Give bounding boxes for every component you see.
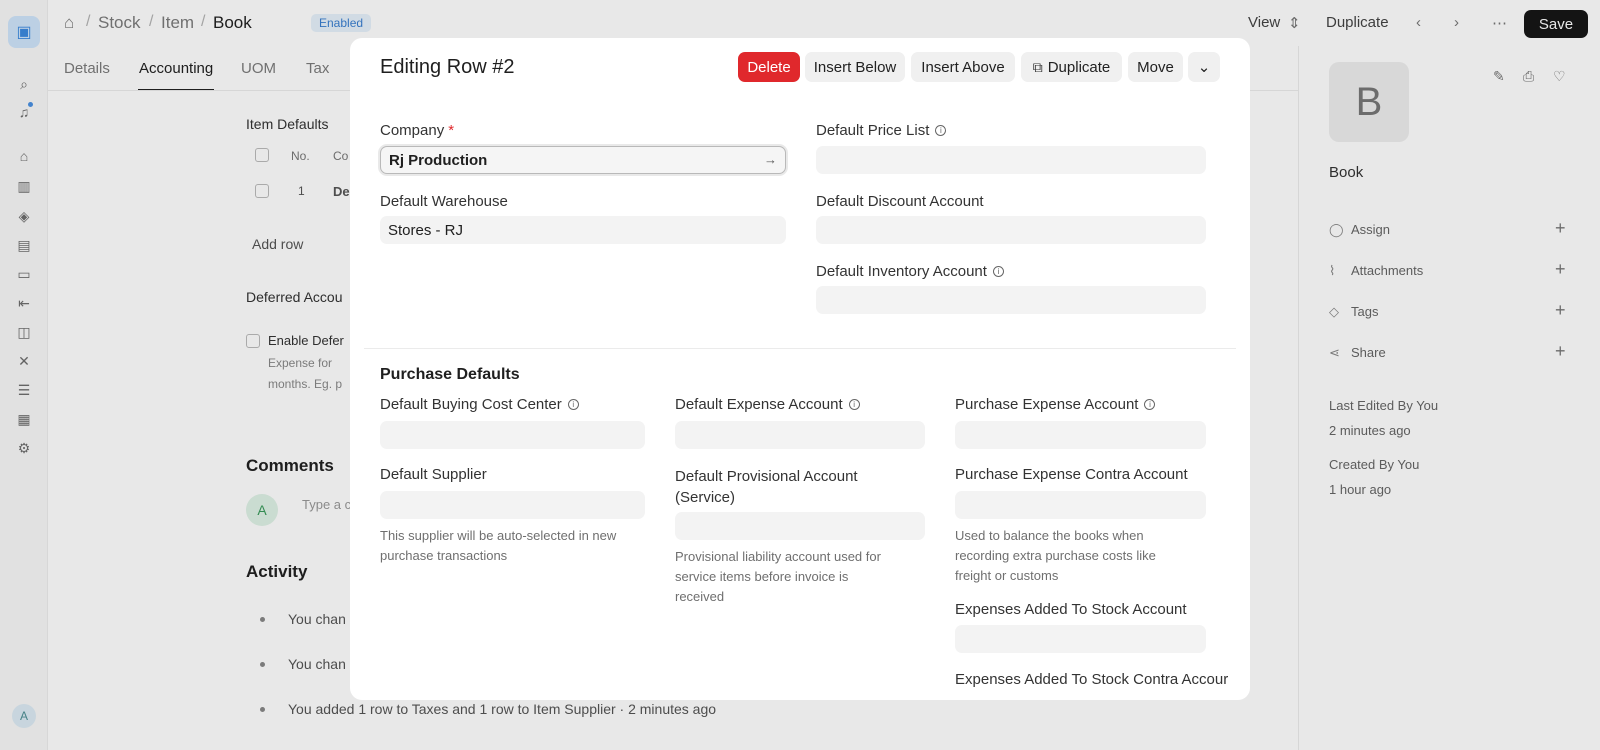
info-icon[interactable]: i (848, 399, 860, 410)
arrow-right-icon[interactable]: → (764, 152, 777, 167)
expenses-added-to-stock-contra-account-label: Expenses Added To Stock Contra Accour (955, 671, 1229, 688)
default-provisional-account-label: Default Provisional Account (Service) (675, 466, 858, 508)
default-buying-cost-center-text: Default Buying Cost Center (380, 396, 562, 413)
edit-row-dialog: Editing Row #2 Delete Insert Below Inser… (350, 38, 1250, 700)
default-supplier-label: Default Supplier (380, 466, 487, 483)
purchase-expense-contra-account-label: Purchase Expense Contra Account (955, 466, 1188, 483)
default-price-list-field[interactable] (816, 146, 1206, 174)
label-line: (Service) (675, 489, 736, 506)
duplicate-row-label: Duplicate (1047, 58, 1111, 76)
help-line: recording extra purchase costs like (955, 548, 1156, 563)
default-price-list-label: Default Price List i (816, 122, 947, 139)
help-line: received (675, 589, 725, 604)
info-icon[interactable]: i (992, 266, 1004, 277)
default-warehouse-field[interactable]: Stores - RJ (380, 216, 786, 244)
move-button[interactable]: Move (1128, 52, 1183, 82)
help-line: Used to balance the books when (955, 528, 1144, 543)
collapse-chevron-icon[interactable]: ⌄ (1188, 52, 1220, 82)
label-line: Default Provisional Account (675, 468, 858, 485)
default-supplier-field[interactable] (380, 491, 645, 519)
purchase-expense-account-label: Purchase Expense Account i (955, 396, 1156, 413)
help-line: freight or customs (955, 568, 1059, 583)
insert-below-button[interactable]: Insert Below (805, 52, 905, 82)
default-buying-cost-center-label: Default Buying Cost Center i (380, 396, 579, 413)
default-provisional-account-field[interactable] (675, 512, 925, 540)
company-field[interactable]: Rj Production → (380, 146, 786, 174)
help-line: This supplier will be auto-selected in n… (380, 528, 617, 543)
default-price-list-text: Default Price List (816, 122, 930, 139)
section-divider (364, 348, 1236, 349)
default-inventory-account-text: Default Inventory Account (816, 263, 987, 280)
duplicate-row-button[interactable]: ⧉ Duplicate (1021, 52, 1122, 82)
delete-button[interactable]: Delete (738, 52, 800, 82)
purchase-expense-contra-account-field[interactable] (955, 491, 1206, 519)
company-label-text: Company (380, 122, 445, 139)
info-icon[interactable]: i (567, 399, 579, 410)
default-expense-account-text: Default Expense Account (675, 396, 843, 413)
company-value: Rj Production (389, 151, 488, 169)
default-supplier-help: This supplier will be auto-selected in n… (380, 526, 616, 566)
required-asterisk: * (448, 122, 455, 139)
default-expense-account-label: Default Expense Account i (675, 396, 860, 413)
insert-above-button[interactable]: Insert Above (911, 52, 1015, 82)
default-warehouse-label: Default Warehouse (380, 193, 508, 210)
company-label: Company * (380, 122, 454, 139)
expenses-added-to-stock-account-field[interactable] (955, 625, 1206, 653)
default-inventory-account-field[interactable] (816, 286, 1206, 314)
default-buying-cost-center-field[interactable] (380, 421, 645, 449)
provisional-account-help: Provisional liability account used for s… (675, 547, 881, 607)
purchase-defaults-title: Purchase Defaults (380, 366, 520, 383)
copy-icon: ⧉ (1032, 58, 1043, 75)
default-discount-account-label: Default Discount Account (816, 193, 984, 210)
help-line: service items before invoice is (675, 569, 849, 584)
default-expense-account-field[interactable] (675, 421, 925, 449)
default-inventory-account-label: Default Inventory Account i (816, 263, 1004, 280)
dialog-title: Editing Row #2 (380, 56, 515, 78)
expenses-added-to-stock-account-label: Expenses Added To Stock Account (955, 601, 1187, 618)
help-line: purchase transactions (380, 548, 508, 563)
purchase-expense-account-field[interactable] (955, 421, 1206, 449)
info-icon[interactable]: i (935, 125, 947, 136)
contra-account-help: Used to balance the books when recording… (955, 526, 1156, 586)
info-icon[interactable]: i (1144, 399, 1156, 410)
default-discount-account-field[interactable] (816, 216, 1206, 244)
help-line: Provisional liability account used for (675, 549, 881, 564)
purchase-expense-account-text: Purchase Expense Account (955, 396, 1139, 413)
